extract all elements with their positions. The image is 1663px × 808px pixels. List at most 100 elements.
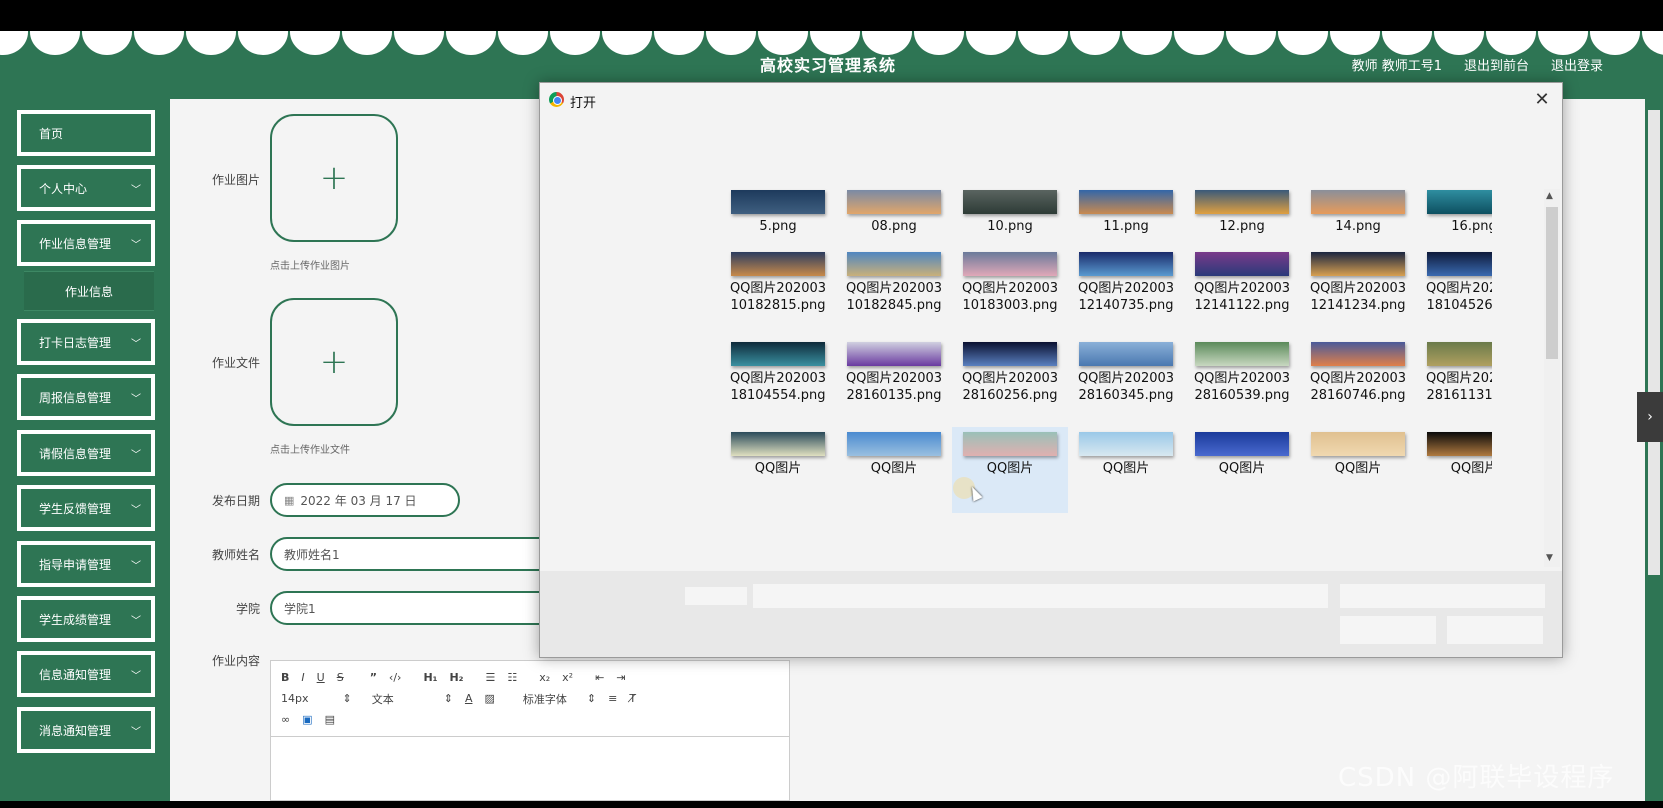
sidebar-item-info-notice[interactable]: 信息通知管理 ﹀ [17, 651, 155, 697]
file-thumbnail [731, 342, 825, 366]
subscript-icon[interactable]: x₂ [539, 671, 550, 684]
link-icon[interactable]: ∞ [281, 713, 290, 726]
teacher-name-input[interactable]: 教师姓名1 [270, 537, 560, 571]
text-style-select[interactable]: 文本 [372, 691, 394, 707]
homework-image-hint: 点击上传作业图片 [270, 261, 350, 272]
bold-icon[interactable]: B [281, 671, 289, 684]
college-input[interactable]: 学院1 [270, 591, 560, 625]
code-icon[interactable]: ‹/› [389, 671, 402, 684]
homework-image-upload[interactable]: + [270, 114, 398, 242]
cancel-button[interactable] [1447, 616, 1543, 644]
file-name: QQ图片 [754, 461, 802, 476]
file-item[interactable]: QQ图片20200312141234.png [1300, 247, 1416, 333]
font-size-select[interactable]: 14px [281, 692, 309, 705]
file-item[interactable]: QQ图片 [1184, 427, 1300, 513]
homework-file-upload[interactable]: + [270, 298, 398, 426]
file-list-scrollbar[interactable]: ▲ ▼ [1544, 189, 1560, 567]
sidebar-item-homework-management[interactable]: 作业信息管理 ﹀ [17, 220, 155, 266]
align-icon[interactable]: ≡ [608, 692, 617, 705]
sidebar-item-home[interactable]: 首页 [17, 110, 155, 156]
header-links: 教师 教师工号1 退出到前台 退出登录 [1352, 55, 1603, 74]
file-item[interactable]: 12.png [1184, 185, 1300, 241]
scallop-shape [238, 31, 288, 55]
file-item[interactable]: QQ图片20200310182845.png [836, 247, 952, 333]
college-label: 学院 [235, 602, 260, 616]
file-item[interactable]: 5.png [720, 185, 836, 241]
file-item[interactable]: 14.png [1300, 185, 1416, 241]
rich-text-editor[interactable]: B I U S ” ‹/› H₁ H₂ ☰ ☷ x₂ x² ⇤ ⇥ 14px ⇕… [270, 660, 790, 801]
video-icon[interactable]: ▤ [325, 713, 335, 726]
file-item[interactable]: QQ图片 [1068, 427, 1184, 513]
chevron-right-icon[interactable]: › [1637, 392, 1663, 442]
teacher-name-value: 教师姓名1 [284, 547, 340, 562]
sidebar-item-message-notice[interactable]: 消息通知管理 ﹀ [17, 707, 155, 753]
file-name: QQ图片20200310182845.png [845, 281, 943, 313]
file-item[interactable]: QQ图片20200310183003.png [952, 247, 1068, 333]
file-item[interactable]: QQ图片20200328160345.png [1068, 337, 1184, 423]
file-item[interactable]: QQ图片20200312140735.png [1068, 247, 1184, 333]
file-item[interactable]: QQ图片20200328160539.png [1184, 337, 1300, 423]
sidebar-subitem-homework-info[interactable]: 作业信息 [24, 271, 154, 311]
superscript-icon[interactable]: x² [562, 671, 573, 684]
file-item[interactable]: 10.png [952, 185, 1068, 241]
indent-icon[interactable]: ⇥ [616, 671, 625, 684]
file-item[interactable]: QQ图片 [720, 427, 836, 513]
file-item[interactable]: 08.png [836, 185, 952, 241]
background-color-icon[interactable]: ▨ [484, 692, 494, 705]
file-item[interactable]: 11.png [1068, 185, 1184, 241]
logout-link[interactable]: 退出登录 [1551, 55, 1603, 74]
file-item[interactable]: QQ图片20200328160746.png [1300, 337, 1416, 423]
file-thumbnail [1079, 432, 1173, 456]
sidebar-item-student-feedback[interactable]: 学生反馈管理 ﹀ [17, 485, 155, 531]
heading2-icon[interactable]: H₂ [449, 671, 463, 684]
current-user[interactable]: 教师 教师工号1 [1352, 55, 1442, 74]
file-item[interactable]: QQ图片20200328160256.png [952, 337, 1068, 423]
heading1-icon[interactable]: H₁ [423, 671, 437, 684]
sidebar-item-leave[interactable]: 请假信息管理 ﹀ [17, 430, 155, 476]
file-item[interactable]: 16.png [1416, 185, 1492, 241]
ordered-list-icon[interactable]: ☰ [486, 671, 496, 684]
sidebar-item-checkin-log[interactable]: 打卡日志管理 ﹀ [17, 319, 155, 365]
sidebar-item-student-grades[interactable]: 学生成绩管理 ﹀ [17, 596, 155, 642]
file-name: 12.png [1219, 219, 1265, 234]
file-item[interactable]: QQ图片 [1416, 427, 1492, 513]
page-scrollbar-thumb[interactable] [1648, 110, 1660, 575]
scroll-up-icon[interactable]: ▲ [1546, 191, 1553, 201]
file-item[interactable]: QQ图片 [952, 427, 1068, 513]
quote-icon[interactable]: ” [370, 671, 377, 684]
close-icon[interactable]: ✕ [1530, 87, 1554, 111]
file-item[interactable]: QQ图片 [1300, 427, 1416, 513]
scroll-down-icon[interactable]: ▼ [1546, 553, 1553, 563]
file-item[interactable]: QQ图片20200318104526.png [1416, 247, 1492, 333]
file-thumbnail [963, 342, 1057, 366]
italic-icon[interactable]: I [301, 671, 304, 684]
file-item[interactable]: QQ图片 [836, 427, 952, 513]
open-button[interactable] [1340, 616, 1436, 644]
file-type-select[interactable] [1340, 584, 1545, 608]
strikethrough-icon[interactable]: S [337, 671, 344, 684]
image-icon[interactable]: ▣ [302, 713, 312, 726]
sidebar-item-personal-center[interactable]: 个人中心 ﹀ [17, 165, 155, 211]
file-item[interactable]: QQ图片20200328160135.png [836, 337, 952, 423]
dialog-title: 打开 [570, 96, 597, 111]
bullet-list-icon[interactable]: ☷ [507, 671, 517, 684]
file-name: QQ图片20200318104526.png [1425, 281, 1492, 313]
file-item[interactable]: QQ图片20200328161131.png [1416, 337, 1492, 423]
file-name-input[interactable] [753, 584, 1328, 608]
file-item[interactable]: QQ图片20200312141122.png [1184, 247, 1300, 333]
underline-icon[interactable]: U [317, 671, 325, 684]
file-list-scrollbar-thumb[interactable] [1546, 207, 1558, 359]
file-thumbnail [731, 252, 825, 276]
back-to-front-link[interactable]: 退出到前台 [1464, 55, 1529, 74]
sidebar-item-weekly-report[interactable]: 周报信息管理 ﹀ [17, 374, 155, 420]
sidebar-item-guidance-application[interactable]: 指导申请管理 ﹀ [17, 541, 155, 587]
publish-date-input[interactable]: ▦ 2022 年 03 月 17 日 [270, 483, 460, 517]
file-item[interactable]: QQ图片20200310182815.png [720, 247, 836, 333]
file-item[interactable]: QQ图片20200318104554.png [720, 337, 836, 423]
homework-file-hint: 点击上传作业文件 [270, 445, 350, 456]
file-name: 11.png [1103, 219, 1149, 234]
font-color-icon[interactable]: A [465, 692, 473, 705]
font-family-select[interactable]: 标准字体 [523, 691, 567, 707]
outdent-icon[interactable]: ⇤ [595, 671, 604, 684]
clear-format-icon[interactable]: T̸ [629, 692, 636, 705]
